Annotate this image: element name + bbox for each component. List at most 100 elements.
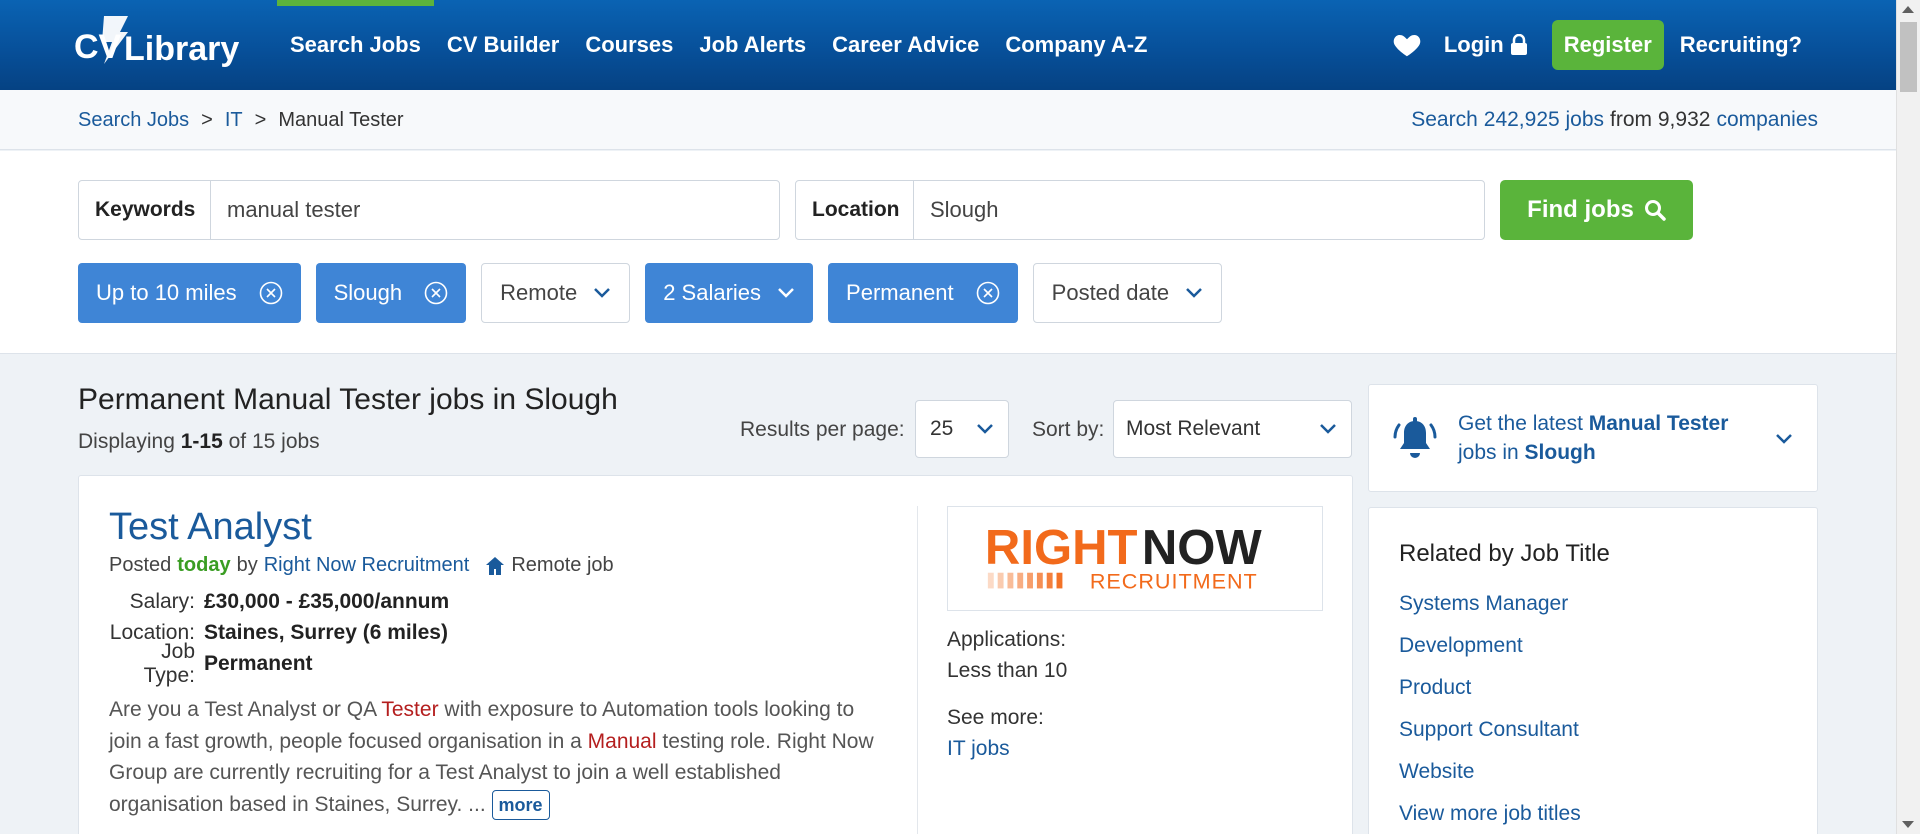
nav-job-alerts[interactable]: Job Alerts	[686, 0, 819, 90]
results-count-suffix: of 15 jobs	[228, 430, 320, 453]
breadcrumb-search-jobs[interactable]: Search Jobs	[78, 109, 189, 132]
salary-label: Salary:	[129, 589, 195, 613]
nav-company-a-z[interactable]: Company A-Z	[992, 0, 1160, 90]
job-description: Are you a Test Analyst or QA Tester with…	[109, 694, 889, 820]
results-count-range: 1-15	[180, 430, 223, 453]
list-item: Development	[1399, 625, 1581, 667]
breadcrumb-current: Manual Tester	[278, 108, 404, 131]
job-location-value: Staines, Surrey (6 miles)	[204, 620, 448, 644]
remove-filter-icon[interactable]	[424, 281, 448, 305]
logo-right-text: RIGHT	[985, 521, 1138, 575]
recruiting-link[interactable]: Recruiting?	[1680, 32, 1802, 58]
find-jobs-button[interactable]: Find jobs	[1500, 180, 1693, 240]
job-posted-line: Posted today by Right Now Recruitment Re…	[109, 554, 614, 577]
search-icon	[1644, 200, 1666, 221]
list-item: Support Consultant	[1399, 709, 1581, 751]
results-per-page-select[interactable]: 25	[915, 400, 1009, 458]
page-scrollbar[interactable]	[1896, 0, 1920, 834]
results-count: Displaying 1-15 of 15 jobs	[78, 430, 320, 454]
filter-distance-label: Up to 10 miles	[96, 280, 237, 305]
nav-courses[interactable]: Courses	[572, 0, 686, 90]
location-label: Location	[796, 181, 914, 239]
filter-job-type[interactable]: Permanent	[828, 263, 1018, 323]
related-link[interactable]: Development	[1399, 634, 1523, 658]
logo-recruitment-text: RECRUITMENT	[1090, 568, 1258, 593]
chevron-down-icon[interactable]	[1775, 433, 1793, 445]
chevron-down-icon	[778, 288, 794, 298]
see-more-link[interactable]: IT jobs	[947, 737, 1010, 761]
breadcrumb-bar: Search Jobs > IT > Manual Tester Search …	[0, 90, 1896, 150]
login-label: Login	[1443, 32, 1504, 57]
posted-by: by	[236, 554, 258, 576]
heart-icon[interactable]	[1392, 30, 1422, 60]
alert-keyword: Manual Tester	[1588, 412, 1729, 435]
scroll-down-arrow[interactable]	[1902, 821, 1914, 828]
job-title-link[interactable]: Test Analyst	[109, 506, 312, 549]
company-logo[interactable]: RIGHT NOW RECRUITMENT	[947, 506, 1323, 611]
filter-location[interactable]: Slough	[315, 263, 467, 323]
login-link[interactable]: Login	[1444, 32, 1528, 58]
job-type-label: Job Type:	[143, 639, 195, 687]
register-button[interactable]: Register	[1551, 20, 1664, 70]
svg-text:CV: CV	[74, 28, 122, 66]
location-input[interactable]	[914, 181, 1484, 239]
chevron-down-icon	[594, 288, 611, 298]
desc-text: Are you a Test Analyst or QA	[109, 698, 382, 721]
filter-posted-date-label: Posted date	[1051, 280, 1170, 305]
related-link[interactable]: Systems Manager	[1399, 592, 1568, 616]
nav-career-advice[interactable]: Career Advice	[819, 0, 992, 90]
alert-middle: jobs in	[1458, 441, 1519, 464]
more-button[interactable]: more	[491, 789, 550, 820]
nav-cv-builder[interactable]: CV Builder	[434, 0, 572, 90]
account-nav: Login Register Recruiting?	[1392, 0, 1896, 90]
job-card: Test Analyst Posted today by Right Now R…	[78, 475, 1353, 834]
salary-value: £30,000 - £35,000/annum	[204, 589, 450, 613]
remove-filter-icon[interactable]	[259, 281, 283, 305]
bell-icon	[1393, 417, 1437, 458]
stats-jobs-link[interactable]: 242,925 jobs	[1484, 108, 1604, 132]
filter-distance[interactable]: Up to 10 miles	[78, 263, 301, 323]
posted-prefix: Posted	[109, 554, 172, 576]
breadcrumb-it[interactable]: IT	[225, 109, 243, 132]
company-link[interactable]: Right Now Recruitment	[264, 554, 470, 577]
applications-label: Applications:	[947, 628, 1067, 651]
nav-search-jobs[interactable]: Search Jobs	[277, 0, 434, 90]
related-job-titles: Related by Job Title Systems Manager Dev…	[1368, 507, 1818, 834]
job-alert-text: Get the latest Manual Tester jobs in Slo…	[1458, 409, 1758, 467]
find-jobs-label: Find jobs	[1527, 196, 1634, 223]
results-title: Permanent Manual Tester jobs in Slough	[78, 383, 618, 416]
job-alert-box[interactable]: Get the latest Manual Tester jobs in Slo…	[1368, 384, 1818, 492]
cv-library-logo[interactable]: CV Library	[74, 14, 242, 76]
svg-text:Library: Library	[124, 30, 239, 68]
keywords-input[interactable]	[211, 181, 779, 239]
related-link[interactable]: Product	[1399, 676, 1471, 700]
job-type-row: Job Type: Permanent	[109, 640, 449, 687]
sort-by-select[interactable]: Most Relevant	[1113, 400, 1352, 458]
stats-search-link[interactable]: Search	[1411, 108, 1478, 132]
sort-by-label: Sort by:	[1032, 418, 1105, 441]
see-more-label: See more:	[947, 706, 1044, 729]
list-item: Product	[1399, 667, 1581, 709]
filter-salary[interactable]: 2 Salaries	[645, 263, 814, 323]
related-list: Systems Manager Development Product Supp…	[1399, 583, 1581, 834]
view-more-job-titles-link[interactable]: View more job titles	[1399, 802, 1581, 826]
results-per-page-value: 25	[930, 417, 954, 440]
filter-chips: Up to 10 miles Slough Remote 2 Salaries	[78, 263, 1223, 323]
salary-row: Salary: £30,000 - £35,000/annum	[109, 586, 450, 617]
filter-remote[interactable]: Remote	[481, 263, 631, 323]
main-nav: Search Jobs CV Builder Courses Job Alert…	[277, 0, 1161, 90]
scroll-up-arrow[interactable]	[1902, 6, 1914, 13]
filter-posted-date[interactable]: Posted date	[1032, 263, 1223, 323]
stats-companies-link[interactable]: companies	[1716, 108, 1818, 132]
desc-highlight: Manual	[587, 729, 657, 753]
list-item: Systems Manager	[1399, 583, 1581, 625]
search-panel: Keywords Location Find jobs Up to 10 mil…	[0, 151, 1896, 354]
scroll-thumb[interactable]	[1900, 22, 1917, 92]
posted-date: today	[177, 554, 231, 576]
alert-location: Slough	[1524, 441, 1596, 464]
related-link[interactable]: Support Consultant	[1399, 718, 1579, 742]
keywords-label: Keywords	[79, 181, 211, 239]
remove-filter-icon[interactable]	[976, 281, 1000, 305]
results-count-prefix: Displaying	[78, 430, 175, 453]
related-link[interactable]: Website	[1399, 760, 1474, 784]
